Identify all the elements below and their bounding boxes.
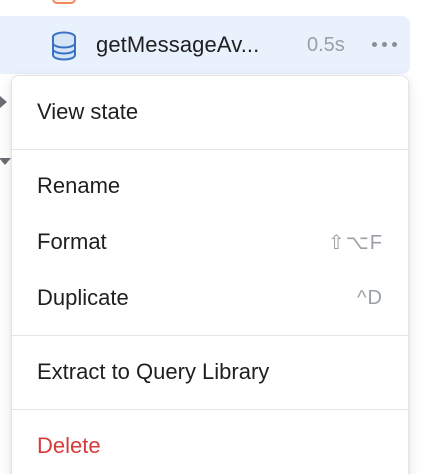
query-row-selected[interactable]: getMessageAv... 0.5s [0,16,410,74]
menu-item-label: Format [37,229,107,254]
menu-item-format[interactable]: Format ⇧⌥F [12,216,408,268]
menu-item-label: Extract to Query Library [37,359,270,384]
menu-item-duplicate[interactable]: Duplicate ^D [12,272,408,324]
query-name[interactable]: getMessageAv... [96,16,259,74]
shortcut-hint: ^D [357,286,383,309]
menu-item-delete[interactable]: Delete [12,420,408,472]
shortcut-hint: ⇧⌥F [327,231,383,254]
menu-item-extract-to-query-library[interactable]: Extract to Query Library [12,346,408,398]
tree-expand-arrow-icon[interactable] [0,158,11,165]
query-tree-panel: getMessageAv... 0.5s View state Rename F… [0,0,430,474]
tree-collapse-arrow-icon[interactable] [0,96,7,108]
menu-divider [12,409,408,410]
query-icon-partial [52,0,76,4]
menu-item-label: Delete [37,433,101,458]
menu-item-label: Rename [37,173,121,198]
context-menu: View state Rename Format ⇧⌥F Duplicate ^… [11,75,409,474]
menu-divider [12,149,408,150]
menu-item-view-state[interactable]: View state [12,86,408,138]
more-horizontal-icon[interactable] [372,42,397,47]
menu-item-label: View state [37,99,139,124]
query-duration: 0.5s [307,34,345,56]
database-icon [52,31,76,61]
menu-divider [12,335,408,336]
menu-item-rename[interactable]: Rename [12,160,408,212]
menu-item-label: Duplicate [37,285,129,310]
